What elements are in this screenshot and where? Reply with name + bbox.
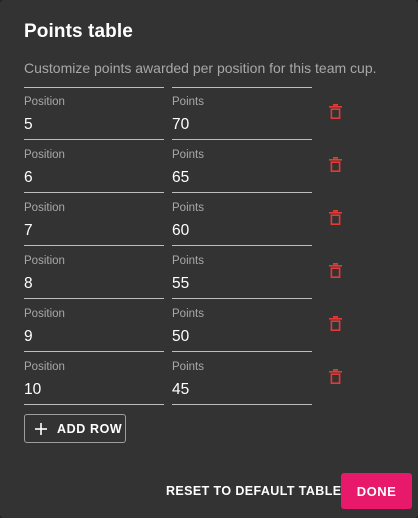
delete-row-button[interactable] (324, 206, 346, 228)
trash-icon (328, 156, 342, 172)
done-button[interactable]: DONE (341, 473, 412, 509)
delete-row-button[interactable] (324, 312, 346, 334)
position-field[interactable]: Position (24, 299, 164, 352)
position-label: Position (24, 255, 65, 267)
points-row: Position Points (24, 352, 394, 405)
trash-icon (328, 315, 342, 331)
points-field[interactable]: Points (172, 246, 312, 299)
points-row: Position Points (24, 246, 394, 299)
points-input[interactable] (172, 116, 312, 134)
trash-icon (328, 103, 342, 119)
points-table-dialog: Points table Customize points awarded pe… (0, 0, 418, 518)
points-label: Points (172, 361, 204, 373)
position-input[interactable] (24, 222, 164, 240)
points-rows: Position Points Position Po (24, 87, 394, 405)
points-label: Points (172, 255, 204, 267)
position-field[interactable]: Position (24, 352, 164, 405)
position-input[interactable] (24, 328, 164, 346)
position-label: Position (24, 96, 65, 108)
points-input[interactable] (172, 222, 312, 240)
done-label: DONE (356, 483, 397, 499)
position-field[interactable]: Position (24, 193, 164, 246)
delete-row-button[interactable] (324, 153, 346, 175)
position-field[interactable]: Position (24, 140, 164, 193)
points-input[interactable] (172, 328, 312, 346)
add-row-label: ADD ROW (57, 421, 123, 436)
position-label: Position (24, 308, 65, 320)
position-input[interactable] (24, 275, 164, 293)
points-field[interactable]: Points (172, 352, 312, 405)
points-label: Points (172, 96, 204, 108)
position-input[interactable] (24, 116, 164, 134)
points-input[interactable] (172, 275, 312, 293)
reset-to-default-button[interactable]: RESET TO DEFAULT TABLE (160, 474, 347, 508)
trash-icon (328, 368, 342, 384)
points-row: Position Points (24, 193, 394, 246)
points-input[interactable] (172, 381, 312, 399)
delete-row-button[interactable] (324, 259, 346, 281)
position-label: Position (24, 361, 65, 373)
points-label: Points (172, 202, 204, 214)
points-row: Position Points (24, 140, 394, 193)
add-row-button[interactable]: ADD ROW (24, 414, 126, 443)
position-field[interactable]: Position (24, 246, 164, 299)
position-input[interactable] (24, 169, 164, 187)
position-field[interactable]: Position (24, 87, 164, 140)
points-field[interactable]: Points (172, 193, 312, 246)
points-field[interactable]: Points (172, 299, 312, 352)
points-row: Position Points (24, 299, 394, 352)
points-input[interactable] (172, 169, 312, 187)
plus-icon (35, 422, 47, 435)
dialog-title: Points table (24, 21, 133, 42)
position-label: Position (24, 202, 65, 214)
position-input[interactable] (24, 381, 164, 399)
points-field[interactable]: Points (172, 87, 312, 140)
dialog-subtitle: Customize points awarded per position fo… (24, 60, 377, 76)
delete-row-button[interactable] (324, 365, 346, 387)
points-label: Points (172, 308, 204, 320)
points-field[interactable]: Points (172, 140, 312, 193)
delete-row-button[interactable] (324, 100, 346, 122)
trash-icon (328, 262, 342, 278)
position-label: Position (24, 149, 65, 161)
trash-icon (328, 209, 342, 225)
points-row: Position Points (24, 87, 394, 140)
points-label: Points (172, 149, 204, 161)
